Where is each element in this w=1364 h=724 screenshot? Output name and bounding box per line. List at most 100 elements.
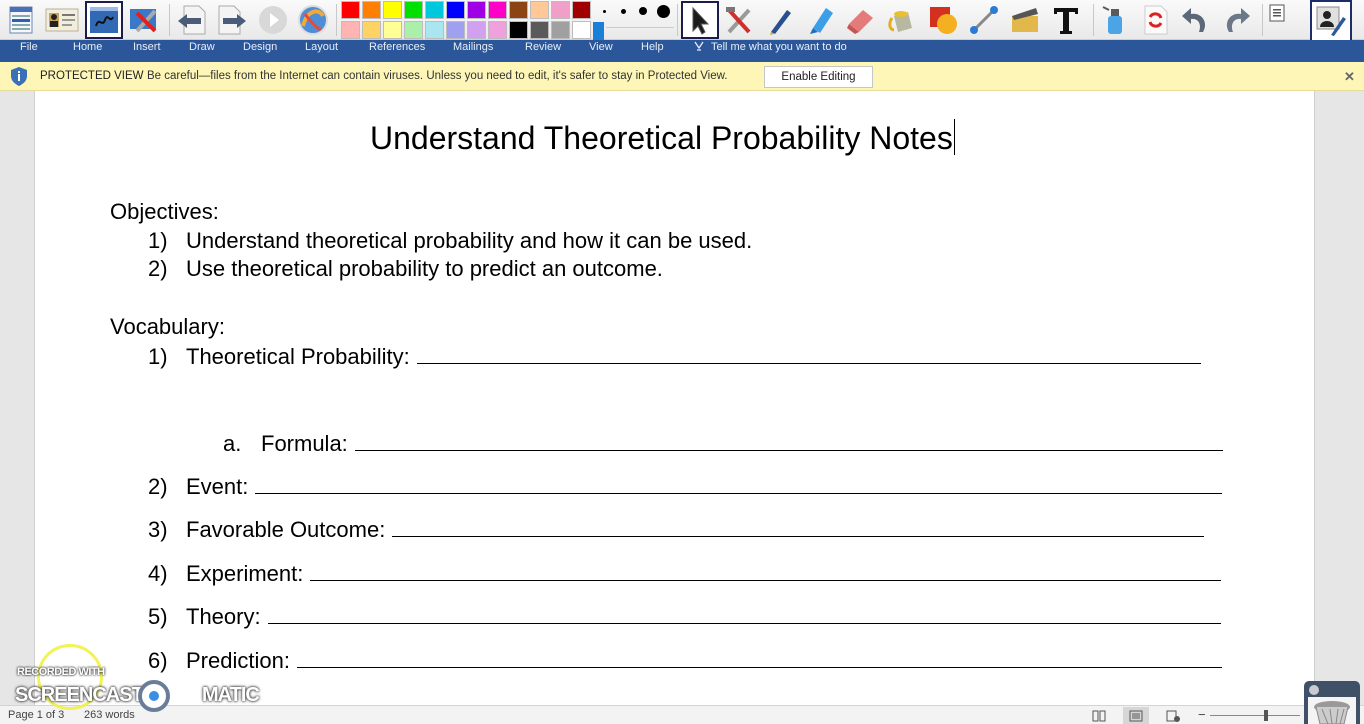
pen-size-small[interactable] [621, 9, 626, 14]
watermark-recorded-with: RECORDED WITH [17, 666, 105, 678]
tab-layout[interactable]: Layout [305, 40, 338, 56]
color-swatch[interactable] [446, 1, 465, 19]
trash-bin-icon [1314, 701, 1350, 724]
objectives-heading: Objectives: [110, 199, 219, 224]
color-swatch[interactable] [446, 21, 465, 39]
screencast-watermark: RECORDED WITH SCREENCAST MATIC [14, 644, 260, 714]
read-mode-button[interactable] [1086, 707, 1112, 724]
highlighter-button[interactable] [801, 1, 839, 39]
zoom-slider[interactable] [1210, 715, 1300, 716]
tell-me-label: Tell me what you want to do [711, 41, 847, 53]
pointer-button[interactable] [681, 1, 719, 39]
color-swatch[interactable] [509, 1, 528, 19]
color-swatch[interactable] [509, 21, 528, 39]
hammer-wrench-icon [726, 7, 751, 34]
pen-size-medium[interactable] [639, 7, 647, 15]
tab-file[interactable]: File [20, 40, 38, 56]
color-swatch[interactable] [572, 21, 591, 39]
previous-page-icon [178, 5, 206, 35]
menu-tool-button[interactable] [2, 1, 40, 39]
fill-in-blank [392, 519, 1205, 537]
vertical-scrollbar[interactable] [1316, 91, 1364, 705]
color-swatch[interactable] [530, 1, 549, 19]
tab-home[interactable]: Home [73, 40, 102, 56]
undo-button[interactable] [1176, 1, 1214, 39]
next-page-icon [218, 5, 246, 35]
help-button[interactable] [294, 1, 332, 39]
previous-page-button[interactable] [172, 1, 210, 39]
page-list-button[interactable] [1265, 2, 1289, 24]
pen-size-large[interactable] [657, 5, 670, 18]
screencast-logo-icon [138, 680, 170, 712]
color-swatch[interactable] [383, 21, 402, 39]
color-swatch[interactable] [488, 21, 507, 39]
clear-button[interactable] [1096, 1, 1134, 39]
redo-button[interactable] [1218, 1, 1256, 39]
fill-in-blank [416, 346, 1201, 364]
tab-view[interactable]: View [589, 40, 613, 56]
color-swatch[interactable] [362, 21, 381, 39]
color-swatch[interactable] [467, 1, 486, 19]
tab-help[interactable]: Help [641, 40, 664, 56]
color-swatch[interactable] [404, 1, 423, 19]
tools-settings-icon [130, 9, 157, 33]
clapperboard-icon [1012, 8, 1038, 32]
tab-insert[interactable]: Insert [133, 40, 161, 56]
clapperboard-button[interactable] [1006, 1, 1044, 39]
id-card-button[interactable] [43, 1, 81, 39]
line-tool-button[interactable] [965, 1, 1003, 39]
eraser-icon [847, 10, 873, 34]
color-swatch[interactable] [551, 21, 570, 39]
menu-tool-icon [9, 6, 33, 34]
play-button[interactable] [254, 1, 292, 39]
protected-view-message: Be careful—files from the Internet can c… [147, 70, 728, 82]
print-layout-button[interactable] [1123, 707, 1149, 724]
color-swatch[interactable] [425, 21, 444, 39]
tab-design[interactable]: Design [243, 40, 277, 56]
vocabulary-item: 6) Prediction: [148, 648, 1222, 674]
tools-settings-button[interactable] [126, 1, 164, 39]
text-tool-button[interactable] [1047, 1, 1085, 39]
web-layout-button[interactable] [1160, 707, 1186, 724]
color-swatch[interactable] [488, 1, 507, 19]
hammer-wrench-button[interactable] [720, 1, 758, 39]
whiteboard-button[interactable] [85, 1, 123, 39]
objective-item: 2) Use theoretical probability to predic… [148, 256, 663, 281]
fill-in-blank [267, 606, 1221, 624]
next-page-button[interactable] [213, 1, 251, 39]
enable-editing-button[interactable]: Enable Editing [764, 66, 873, 88]
pen-button[interactable] [760, 1, 798, 39]
color-swatch[interactable] [467, 21, 486, 39]
redo-icon [1226, 8, 1250, 32]
tell-me-search[interactable]: Tell me what you want to do [693, 40, 847, 54]
color-swatch[interactable] [551, 1, 570, 19]
zoom-out-icon[interactable]: − [1198, 707, 1206, 722]
tab-draw[interactable]: Draw [189, 40, 215, 56]
help-globe-icon [298, 5, 328, 35]
color-swatch[interactable] [530, 21, 549, 39]
zoom-slider-thumb[interactable] [1264, 710, 1268, 721]
recycle-bin-widget[interactable] [1304, 681, 1360, 724]
user-pen-button[interactable] [1310, 0, 1352, 42]
close-icon[interactable] [1309, 685, 1319, 695]
color-swatch[interactable] [404, 21, 423, 39]
refresh-page-button[interactable] [1136, 1, 1174, 39]
color-swatch[interactable] [341, 21, 360, 39]
tab-review[interactable]: Review [525, 40, 561, 56]
spray-clear-icon [1102, 6, 1122, 34]
color-swatch[interactable] [362, 1, 381, 19]
paint-bucket-button[interactable] [883, 1, 921, 39]
document-page[interactable]: Understand Theoretical Probability Notes… [34, 91, 1315, 705]
color-swatch[interactable] [383, 1, 402, 19]
color-swatch[interactable] [572, 1, 591, 19]
pen-size-tiny[interactable] [603, 10, 606, 13]
eraser-button[interactable] [842, 1, 880, 39]
color-swatch[interactable] [341, 1, 360, 19]
fill-in-blank [255, 476, 1223, 494]
tab-references[interactable]: References [369, 40, 425, 56]
color-swatch[interactable] [425, 1, 444, 19]
shapes-button[interactable] [924, 1, 962, 39]
tab-mailings[interactable]: Mailings [453, 40, 493, 56]
shapes-icon [930, 7, 957, 34]
close-icon[interactable]: ✕ [1344, 69, 1355, 85]
